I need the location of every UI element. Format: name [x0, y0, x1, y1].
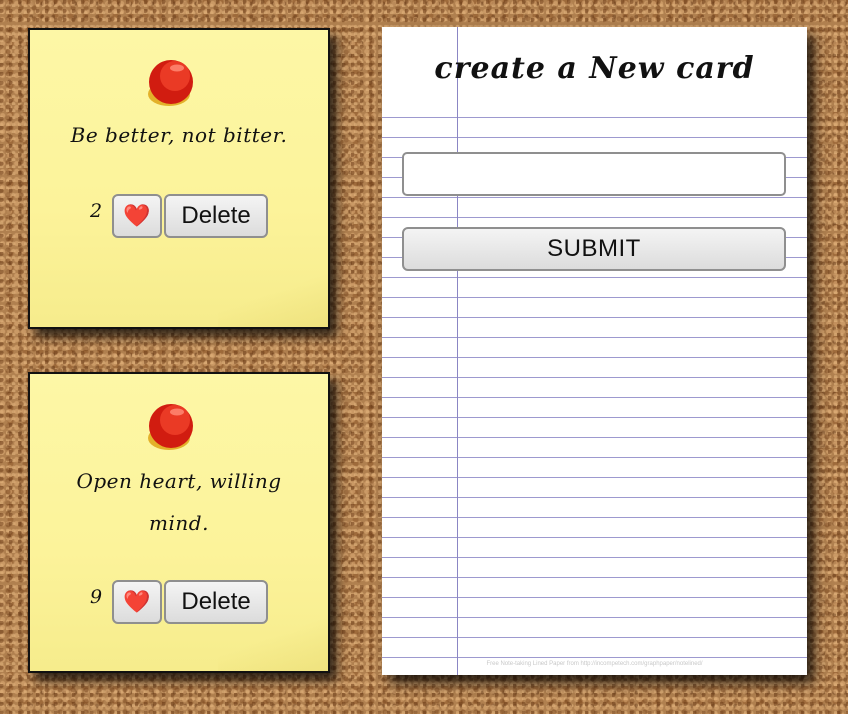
pushpin-icon [148, 404, 193, 450]
like-button[interactable]: ❤️ [112, 580, 163, 624]
like-button[interactable]: ❤️ [112, 194, 163, 238]
card: Be better, not bitter. 2 ❤️ Delete [28, 28, 330, 329]
card-actions: 9 ❤️ Delete [30, 580, 328, 624]
like-count: 9 [89, 586, 103, 608]
form-title: create a New card [434, 51, 755, 86]
card: Open heart, willing mind. 9 ❤️ Delete [28, 372, 330, 673]
heart-icon: ❤️ [123, 589, 151, 614]
card-text-input[interactable] [402, 152, 786, 196]
submit-button[interactable]: SUBMIT [402, 227, 786, 271]
pushpin-icon [148, 60, 193, 106]
new-card-form: create a New card SUBMIT Free Note-takin… [382, 27, 807, 675]
like-count: 2 [89, 200, 103, 222]
delete-button[interactable]: Delete [164, 580, 269, 624]
card-actions: 2 ❤️ Delete [30, 194, 328, 238]
heart-icon: ❤️ [123, 203, 151, 228]
delete-button[interactable]: Delete [164, 194, 269, 238]
paper-credit: Free Note-taking Lined Paper from http:/… [486, 661, 703, 667]
card-quote: Open heart, willing mind. [76, 469, 282, 535]
card-quote: Be better, not bitter. [70, 123, 288, 147]
